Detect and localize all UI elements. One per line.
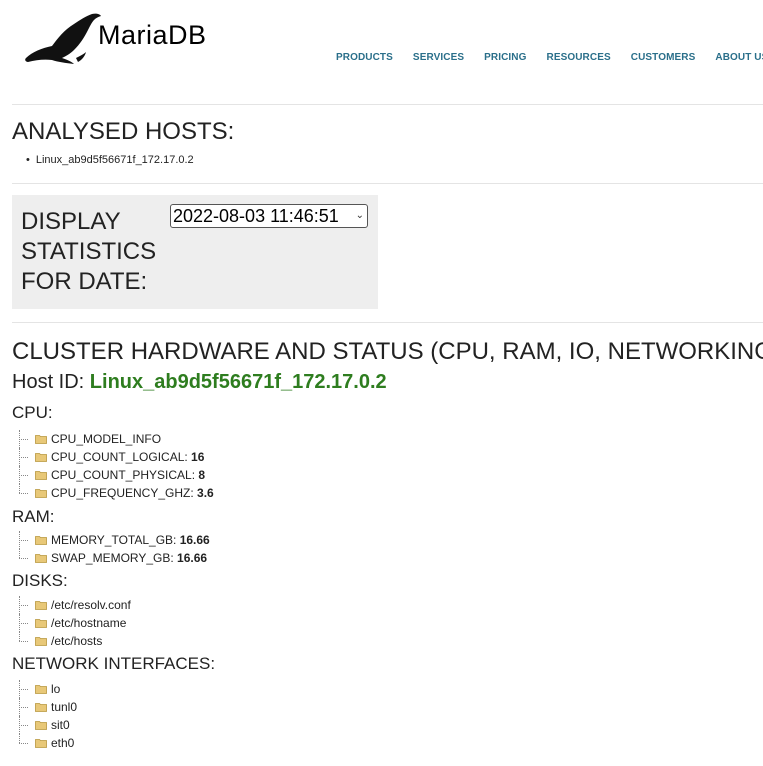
tree-item-value: 8 <box>198 468 206 482</box>
chevron-down-icon: ⌄ <box>355 210 364 221</box>
tree-item-key: CPU_COUNT_LOGICAL: <box>51 450 192 464</box>
tree-item-value: 16.66 <box>179 533 210 547</box>
folder-icon <box>35 703 47 712</box>
nav-resources[interactable]: RESOURCES <box>547 52 611 63</box>
folder-icon <box>35 536 47 545</box>
tree-item-value: 16.66 <box>177 551 208 565</box>
tree-item-key: lo <box>51 682 61 696</box>
tree-item[interactable]: SWAP_MEMORY_GB: 16.66 <box>18 549 210 567</box>
tree-item[interactable]: eth0 <box>18 734 77 752</box>
tree-item[interactable]: CPU_COUNT_PHYSICAL: 8 <box>18 466 214 484</box>
tree-item-key: CPU_MODEL_INFO <box>51 432 162 446</box>
tree-item-key: MEMORY_TOTAL_GB: <box>51 533 180 547</box>
analysed-hosts-heading: ANALYSED HOSTS: <box>12 118 235 145</box>
tree-item[interactable]: CPU_FREQUENCY_GHZ: 3.6 <box>18 484 214 502</box>
divider <box>12 322 763 323</box>
date-filter-panel: DISPLAY STATISTICS FOR DATE: 2022-08-03 … <box>12 195 378 309</box>
tree-item-key: sit0 <box>51 718 70 732</box>
divider <box>12 183 763 184</box>
folder-icon <box>35 554 47 563</box>
network-tree: lo tunl0 sit0 eth0 <box>18 680 77 752</box>
cpu-tree: CPU_MODEL_INFO CPU_COUNT_LOGICAL: 16 CPU… <box>18 430 214 502</box>
tree-item-key: tunl0 <box>51 700 78 714</box>
tree-item-key: /etc/resolv.conf <box>51 598 131 612</box>
tree-item-key: CPU_COUNT_PHYSICAL: <box>51 468 199 482</box>
ram-tree: MEMORY_TOTAL_GB: 16.66 SWAP_MEMORY_GB: 1… <box>18 531 210 567</box>
tree-item[interactable]: CPU_MODEL_INFO <box>18 430 214 448</box>
tree-item-key: CPU_FREQUENCY_GHZ: <box>51 486 198 500</box>
nav-customers[interactable]: CUSTOMERS <box>631 52 696 63</box>
brand-name-part1: Maria <box>98 20 169 50</box>
analysed-hosts-list: Linux_ab9d5f56671f_172.17.0.2 <box>26 154 194 166</box>
tree-item[interactable]: tunl0 <box>18 698 77 716</box>
mariadb-logo[interactable]: MariaDB <box>22 8 232 64</box>
nav-about-us[interactable]: ABOUT US <box>715 52 763 63</box>
network-heading: NETWORK INTERFACES: <box>12 654 216 673</box>
tree-item[interactable]: /etc/hostname <box>18 614 131 632</box>
folder-icon <box>35 435 47 444</box>
folder-icon <box>35 685 47 694</box>
folder-icon <box>35 619 47 628</box>
site-header: MariaDB PRODUCTS SERVICES PRICING RESOUR… <box>0 0 763 104</box>
date-select-value: 2022-08-03 11:46:51 <box>173 206 339 226</box>
host-id-heading: Host ID: Linux_ab9d5f56671f_172.17.0.2 <box>12 371 387 394</box>
folder-icon <box>35 489 47 498</box>
folder-icon <box>35 637 47 646</box>
tree-item-value: 3.6 <box>197 486 214 500</box>
date-select[interactable]: 2022-08-03 11:46:51 ⌄ <box>170 204 368 228</box>
list-item: Linux_ab9d5f56671f_172.17.0.2 <box>26 154 194 166</box>
tree-item-key: SWAP_MEMORY_GB: <box>51 551 178 565</box>
main-nav: PRODUCTS SERVICES PRICING RESOURCES CUST… <box>336 52 763 63</box>
folder-icon <box>35 601 47 610</box>
divider <box>12 104 763 105</box>
tree-item[interactable]: CPU_COUNT_LOGICAL: 16 <box>18 448 214 466</box>
tree-item-key: /etc/hostname <box>51 616 127 630</box>
cluster-heading: CLUSTER HARDWARE AND STATUS (CPU, RAM, I… <box>12 338 763 365</box>
nav-services[interactable]: SERVICES <box>413 52 464 63</box>
nav-products[interactable]: PRODUCTS <box>336 52 393 63</box>
host-id-value: Linux_ab9d5f56671f_172.17.0.2 <box>89 371 387 393</box>
folder-icon <box>35 471 47 480</box>
tree-item[interactable]: /etc/hosts <box>18 632 131 650</box>
folder-icon <box>35 453 47 462</box>
tree-item-key: eth0 <box>51 736 75 750</box>
seal-icon <box>25 13 102 64</box>
tree-item[interactable]: sit0 <box>18 716 77 734</box>
brand-name: MariaDB <box>98 20 207 51</box>
cpu-heading: CPU: <box>12 403 53 422</box>
tree-item-value: 16 <box>191 450 205 464</box>
nav-pricing[interactable]: PRICING <box>484 52 526 63</box>
disks-heading: DISKS: <box>12 571 68 590</box>
ram-heading: RAM: <box>12 507 55 526</box>
tree-item[interactable]: /etc/resolv.conf <box>18 596 131 614</box>
date-filter-label: DISPLAY STATISTICS FOR DATE: <box>21 208 157 295</box>
tree-item[interactable]: MEMORY_TOTAL_GB: 16.66 <box>18 531 210 549</box>
tree-item-key: /etc/hosts <box>51 634 103 648</box>
host-id-label: Host ID: <box>12 371 90 393</box>
folder-icon <box>35 721 47 730</box>
brand-name-part2: DB <box>168 20 207 50</box>
disks-tree: /etc/resolv.conf /etc/hostname /etc/host… <box>18 596 131 650</box>
tree-item[interactable]: lo <box>18 680 77 698</box>
folder-icon <box>35 739 47 748</box>
